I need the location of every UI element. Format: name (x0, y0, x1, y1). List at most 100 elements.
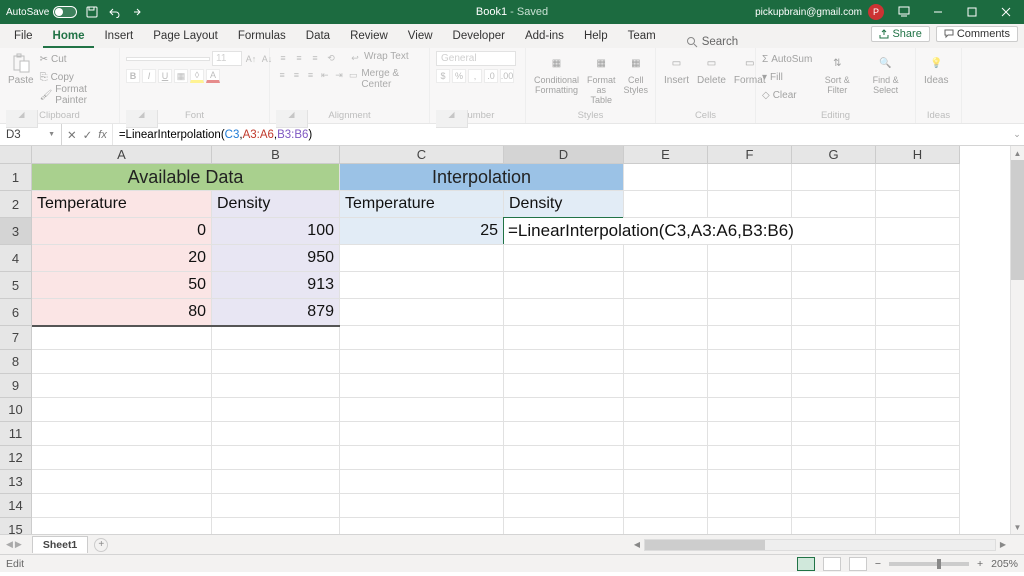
cell[interactable] (340, 446, 504, 470)
cell[interactable] (792, 518, 876, 534)
cell[interactable] (340, 518, 504, 534)
cell[interactable] (624, 191, 708, 218)
formula-input[interactable]: =LinearInterpolation(C3,A3:A6,B3:B6) (113, 129, 1010, 141)
cell[interactable] (504, 374, 624, 398)
format-as-table-button[interactable]: ▦Format as Table (585, 51, 618, 107)
header-interpolation[interactable]: Interpolation (340, 164, 624, 191)
wrap-text-button[interactable]: Wrap Text (364, 51, 409, 65)
percent-button[interactable]: % (452, 69, 466, 83)
cell[interactable] (876, 218, 960, 245)
zoom-in-button[interactable]: + (977, 558, 983, 570)
cell[interactable] (708, 245, 792, 272)
orientation-icon[interactable]: ⟲ (324, 51, 338, 65)
align-mid-icon[interactable]: ≡ (292, 51, 306, 65)
cell-a6[interactable]: 80 (32, 299, 212, 326)
column-header[interactable]: F (708, 146, 792, 164)
cancel-formula-icon[interactable]: ✕ (67, 128, 77, 142)
delete-cells-button[interactable]: ▭Delete (695, 51, 728, 88)
paste-button[interactable]: Paste (6, 51, 36, 88)
cell[interactable] (708, 470, 792, 494)
page-break-view-button[interactable] (849, 557, 867, 571)
font-size-select[interactable]: 11 (212, 51, 242, 66)
tab-view[interactable]: View (398, 26, 443, 48)
cell[interactable] (792, 245, 876, 272)
cell[interactable] (340, 494, 504, 518)
cell[interactable] (32, 494, 212, 518)
ribbon-options-icon[interactable] (890, 0, 918, 24)
cell[interactable] (32, 518, 212, 534)
indent-inc-icon[interactable]: ⇥ (333, 68, 345, 82)
cell-c3[interactable]: 25 (340, 218, 504, 245)
expand-formula-bar-icon[interactable]: ⌄ (1010, 129, 1024, 140)
cell[interactable] (792, 191, 876, 218)
cell[interactable] (792, 374, 876, 398)
cell[interactable] (504, 245, 624, 272)
column-header[interactable]: D (504, 146, 624, 164)
cell[interactable] (708, 326, 792, 350)
cell[interactable] (504, 518, 624, 534)
page-layout-view-button[interactable] (823, 557, 841, 571)
row-header[interactable]: 2 (0, 191, 32, 218)
cell[interactable] (340, 422, 504, 446)
cell[interactable] (876, 164, 960, 191)
column-header[interactable]: G (792, 146, 876, 164)
cell[interactable] (624, 164, 708, 191)
currency-button[interactable]: $ (436, 69, 450, 83)
cell[interactable] (792, 446, 876, 470)
column-header[interactable]: A (32, 146, 212, 164)
zoom-slider[interactable] (889, 562, 969, 566)
cell-a5[interactable]: 50 (32, 272, 212, 299)
cell[interactable] (212, 374, 340, 398)
conditional-formatting-button[interactable]: ▦Conditional Formatting (532, 51, 581, 97)
column-header[interactable]: E (624, 146, 708, 164)
autosave-toggle[interactable]: AutoSave (6, 6, 77, 18)
cut-button[interactable]: ✂Cut (40, 51, 113, 67)
borders-button[interactable]: ▦ (174, 69, 188, 83)
row-header[interactable]: 11 (0, 422, 32, 446)
cell[interactable] (708, 191, 792, 218)
cell[interactable] (624, 299, 708, 326)
cell[interactable] (708, 374, 792, 398)
italic-button[interactable]: I (142, 69, 156, 83)
cell[interactable] (212, 518, 340, 534)
cell[interactable] (876, 245, 960, 272)
tab-developer[interactable]: Developer (443, 26, 515, 48)
cell[interactable] (624, 350, 708, 374)
cell[interactable] (504, 422, 624, 446)
column-header[interactable]: H (876, 146, 960, 164)
close-icon[interactable] (992, 0, 1020, 24)
cell[interactable] (340, 374, 504, 398)
format-painter-button[interactable]: 🖌Format Painter (40, 87, 113, 103)
row-header[interactable]: 3 (0, 218, 32, 245)
align-top-icon[interactable]: ≡ (276, 51, 290, 65)
merge-icon[interactable]: ▭ (347, 68, 359, 82)
comments-button[interactable]: Comments (936, 26, 1018, 42)
label-temperature[interactable]: Temperature (32, 191, 212, 218)
avatar[interactable]: P (868, 4, 884, 20)
tab-file[interactable]: File (4, 26, 43, 48)
cell-styles-button[interactable]: ▦Cell Styles (622, 51, 651, 97)
cell[interactable] (504, 272, 624, 299)
account-email[interactable]: pickupbrain@gmail.com (755, 7, 862, 18)
cell[interactable] (792, 299, 876, 326)
wrap-text-icon[interactable]: ↩ (348, 51, 362, 65)
copy-button[interactable]: ⎘Copy (40, 69, 113, 85)
cell[interactable] (32, 326, 212, 350)
row-header[interactable]: 7 (0, 326, 32, 350)
add-sheet-button[interactable]: + (94, 538, 108, 552)
grow-font-icon[interactable]: A↑ (244, 52, 258, 66)
cell[interactable] (792, 494, 876, 518)
sheet-tab[interactable]: Sheet1 (32, 536, 88, 553)
cell[interactable] (340, 470, 504, 494)
normal-view-button[interactable] (797, 557, 815, 571)
search-box[interactable]: Search (686, 36, 738, 48)
cell[interactable] (340, 398, 504, 422)
tab-help[interactable]: Help (574, 26, 618, 48)
cell[interactable] (504, 299, 624, 326)
minimize-icon[interactable] (924, 0, 952, 24)
cell-a3[interactable]: 0 (32, 218, 212, 245)
cell[interactable] (212, 422, 340, 446)
tab-formulas[interactable]: Formulas (228, 26, 296, 48)
cell[interactable] (792, 326, 876, 350)
cell[interactable] (708, 272, 792, 299)
